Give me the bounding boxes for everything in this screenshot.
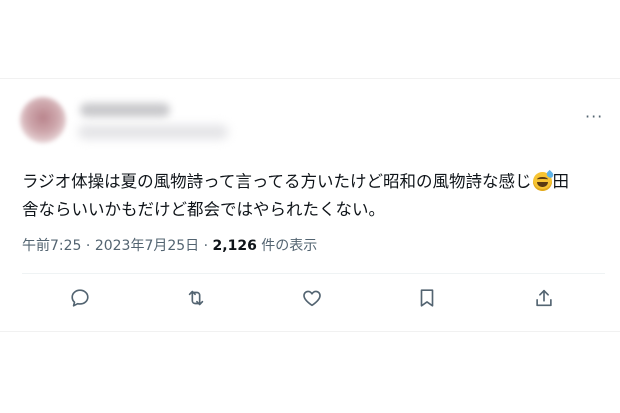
more-options-button[interactable]: ··· [585,109,603,125]
share-button[interactable] [531,285,557,311]
reply-button[interactable] [67,285,93,311]
reply-icon [71,289,89,307]
meta-separator: · [85,238,91,254]
action-bar [0,285,620,315]
bookmark-icon [420,289,434,307]
views-count[interactable]: 2,126 [213,238,257,254]
avatar[interactable] [20,97,66,143]
meta-separator: · [203,238,209,254]
display-name-blurred[interactable] [80,103,170,117]
like-button[interactable] [299,285,325,311]
heart-icon [303,290,321,307]
tweet-text-line1-tail: 田 [552,172,570,191]
tweet-text: ラジオ体操は夏の風物詩って言ってる方いたけど昭和の風物詩な感じ 田 舎ならいいかも… [22,168,612,224]
grinning-sweat-emoji-icon [532,169,555,191]
divider [22,273,605,274]
tweet-text-line2: 舎ならいいかもだけど都会ではやられたくない。 [22,200,385,219]
retweet-icon [188,290,204,306]
tweet-meta: 午前7:25 · 2023年7月25日 · 2,126 件の表示 [22,237,317,255]
tweet-time[interactable]: 午前7:25 [22,238,81,254]
retweet-button[interactable] [183,285,209,311]
views-label: 件の表示 [261,238,318,254]
tweet-card: ··· ラジオ体操は夏の風物詩って言ってる方いたけど昭和の風物詩な感じ 田 舎なら… [0,78,620,332]
tweet-date[interactable]: 2023年7月25日 [95,238,199,254]
more-icon: ··· [585,107,604,126]
bookmark-button[interactable] [414,285,440,311]
share-icon [536,289,552,307]
tweet-text-line1: ラジオ体操は夏の風物詩って言ってる方いたけど昭和の風物詩な感じ [22,172,532,191]
username-blurred[interactable] [78,125,228,139]
